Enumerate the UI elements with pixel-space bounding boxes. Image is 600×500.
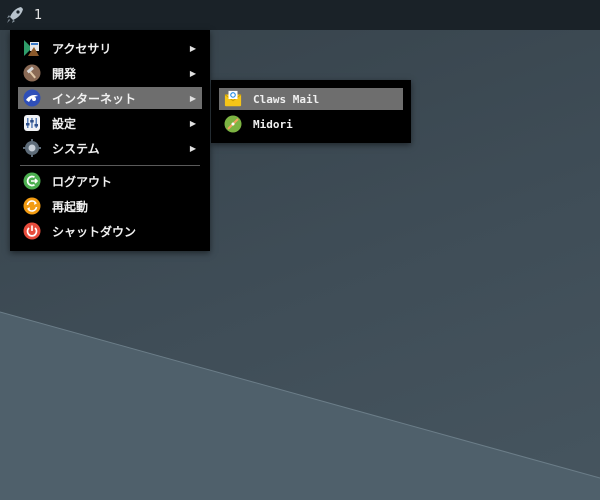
menu-item-development[interactable]: 開発 ▶ <box>18 62 202 84</box>
menu-item-label: ログアウト <box>52 174 113 189</box>
submenu-arrow-icon: ▶ <box>189 43 196 53</box>
menu-separator <box>20 165 200 166</box>
menu-item-label: 再起動 <box>52 199 89 214</box>
accessories-icon <box>23 39 41 57</box>
submenu-arrow-icon: ▶ <box>189 68 196 78</box>
system-icon <box>23 139 41 157</box>
logout-icon <box>23 172 41 190</box>
menu-item-label: Claws Mail <box>253 92 320 106</box>
settings-icon <box>23 114 41 132</box>
workspace-number[interactable]: 1 <box>34 8 42 23</box>
menu-item-label: 開発 <box>52 66 77 81</box>
shutdown-icon <box>23 222 41 240</box>
menu-item-system[interactable]: システム ▶ <box>18 137 202 159</box>
launcher-button[interactable] <box>0 0 30 30</box>
menu-item-label: アクセサリ <box>52 41 112 56</box>
main-menu: アクセサリ ▶ 開発 ▶ インターネット ▶ 設定 ▶ システム ▶ ログアウト… <box>10 30 210 251</box>
internet-icon <box>23 89 41 107</box>
menu-item-accessories[interactable]: アクセサリ ▶ <box>18 37 202 59</box>
menu-item-settings[interactable]: 設定 ▶ <box>18 112 202 134</box>
menu-item-shutdown[interactable]: シャットダウン <box>18 220 202 242</box>
menu-item-label: シャットダウン <box>52 224 137 239</box>
menu-item-reboot[interactable]: 再起動 <box>18 195 202 217</box>
menu-item-label: システム <box>52 141 100 156</box>
claws-mail-icon <box>224 90 242 108</box>
submenu-arrow-icon: ▶ <box>189 118 196 128</box>
taskbar: 1 <box>0 0 600 30</box>
menu-item-logout[interactable]: ログアウト <box>18 170 202 192</box>
submenu-arrow-icon: ▶ <box>189 93 196 103</box>
rocket-icon <box>7 7 23 23</box>
menu-item-label: 設定 <box>52 116 77 131</box>
internet-submenu: Claws Mail Midori <box>211 80 411 143</box>
menu-item-label: Midori <box>253 117 293 131</box>
menu-item-midori[interactable]: Midori <box>219 113 403 135</box>
development-icon <box>23 64 41 82</box>
submenu-arrow-icon: ▶ <box>189 143 196 153</box>
midori-icon <box>224 115 242 133</box>
menu-item-internet[interactable]: インターネット ▶ <box>18 87 202 109</box>
menu-item-label: インターネット <box>52 91 137 106</box>
menu-item-claws-mail[interactable]: Claws Mail <box>219 88 403 110</box>
reboot-icon <box>23 197 41 215</box>
